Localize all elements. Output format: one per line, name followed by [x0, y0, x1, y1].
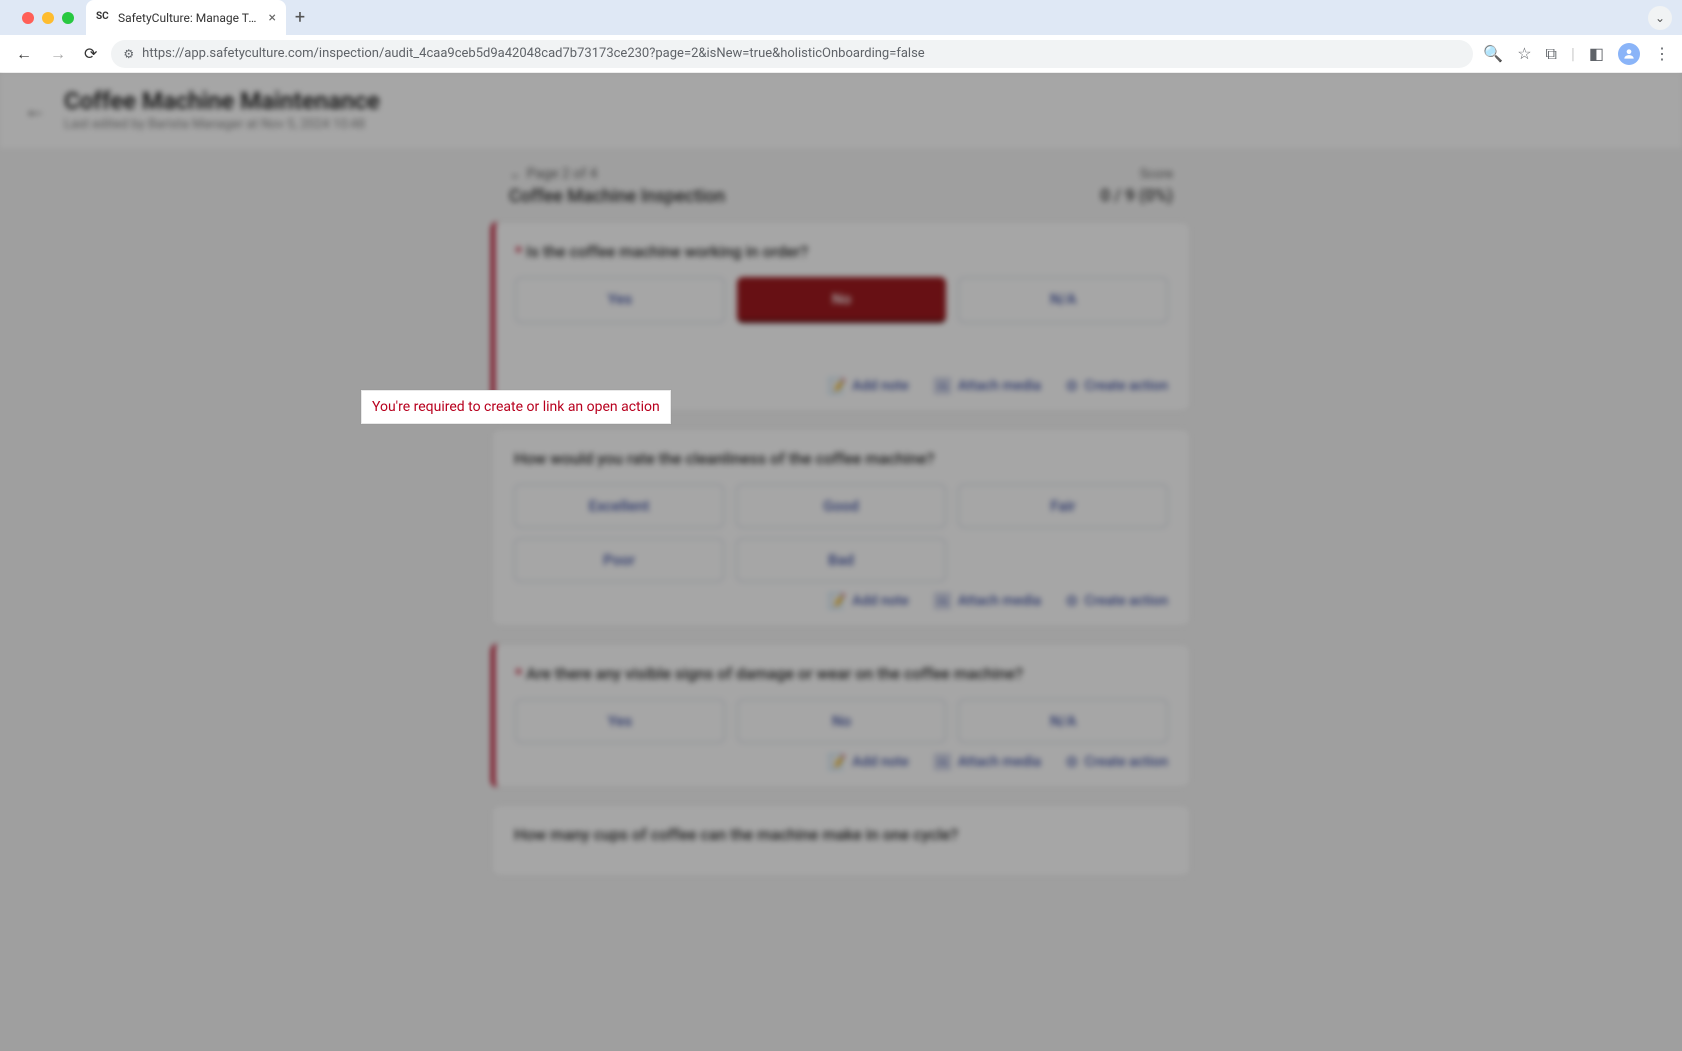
reload-button[interactable]: ⟳: [80, 40, 101, 67]
create-action-button[interactable]: ⚙ Create action: [1065, 377, 1168, 395]
minimize-window-button[interactable]: [42, 12, 54, 24]
option-fair[interactable]: Fair: [958, 484, 1168, 528]
attach-media-button[interactable]: 🖼 Attach media: [933, 592, 1041, 610]
media-icon: 🖼: [933, 592, 952, 610]
note-icon: 📝: [828, 592, 847, 610]
close-tab-icon[interactable]: ×: [269, 10, 276, 26]
option-bad[interactable]: Bad: [736, 538, 946, 582]
attach-media-button[interactable]: 🖼 Attach media: [933, 377, 1041, 395]
option-na[interactable]: N/A: [958, 699, 1168, 743]
question-card: *Are there any visible signs of damage o…: [491, 643, 1191, 788]
page-header: ← Coffee Machine Maintenance Last edited…: [0, 73, 1682, 148]
option-yes[interactable]: Yes: [515, 699, 725, 743]
profile-icon[interactable]: [1618, 43, 1640, 65]
close-window-button[interactable]: [22, 12, 34, 24]
page-content: ← Coffee Machine Maintenance Last edited…: [0, 73, 1682, 1051]
create-action-button[interactable]: ⚙ Create action: [1065, 592, 1168, 610]
score-label: Score: [1140, 167, 1173, 182]
zoom-icon[interactable]: 🔍: [1483, 44, 1503, 63]
bookmark-icon[interactable]: ☆: [1517, 44, 1531, 63]
action-icon: ⚙: [1065, 753, 1078, 771]
question-text: How many cups of coffee can the machine …: [514, 825, 1168, 844]
side-panel-icon[interactable]: ◧: [1589, 44, 1604, 63]
validation-message: You're required to create or link an ope…: [361, 390, 671, 424]
attach-media-button[interactable]: 🖼 Attach media: [933, 753, 1041, 771]
question-text: How would you rate the cleanliness of th…: [514, 449, 1168, 468]
question-text: *Are there any visible signs of damage o…: [515, 664, 1168, 683]
option-no[interactable]: No: [737, 699, 947, 743]
note-icon: 📝: [828, 377, 847, 395]
chevron-down-icon: ⌄: [509, 166, 521, 182]
new-tab-button[interactable]: +: [286, 0, 314, 35]
option-poor[interactable]: Poor: [514, 538, 724, 582]
browser-tab-bar: SC SafetyCulture: Manage Teams and... × …: [0, 0, 1682, 35]
add-note-button[interactable]: 📝 Add note: [828, 377, 909, 395]
option-no[interactable]: No: [737, 277, 947, 323]
tab-title: SafetyCulture: Manage Teams and...: [118, 11, 261, 25]
media-icon: 🖼: [933, 753, 952, 771]
note-icon: 📝: [828, 753, 847, 771]
question-card: How many cups of coffee can the machine …: [491, 804, 1191, 877]
tabs-dropdown-button[interactable]: ⌄: [1648, 6, 1672, 30]
address-bar[interactable]: ⚙ https://app.safetyculture.com/inspecti…: [111, 40, 1473, 68]
tab-favicon: SC: [96, 11, 110, 25]
url-text: https://app.safetyculture.com/inspection…: [142, 46, 1461, 61]
window-controls: [10, 0, 86, 35]
extensions-icon[interactable]: ⧉: [1546, 44, 1557, 64]
question-card: How would you rate the cleanliness of th…: [491, 428, 1191, 627]
question-card: *Is the coffee machine working in order?…: [491, 221, 1191, 412]
back-button[interactable]: ←: [12, 40, 36, 68]
site-settings-icon[interactable]: ⚙: [123, 47, 134, 61]
option-excellent[interactable]: Excellent: [514, 484, 724, 528]
option-na[interactable]: N/A: [958, 277, 1168, 323]
action-icon: ⚙: [1065, 377, 1078, 395]
option-yes[interactable]: Yes: [515, 277, 725, 323]
section-title: Coffee Machine Inspection: [509, 186, 725, 207]
browser-tab[interactable]: SC SafetyCulture: Manage Teams and... ×: [86, 0, 286, 35]
required-star-icon: *: [515, 242, 522, 261]
divider: |: [1571, 44, 1575, 63]
page-indicator[interactable]: ⌄ Page 2 of 4: [509, 166, 597, 182]
menu-icon[interactable]: ⋮: [1654, 44, 1670, 63]
create-action-button[interactable]: ⚙ Create action: [1065, 753, 1168, 771]
last-edited-text: Last edited by Barista Manager at Nov 5,…: [64, 117, 380, 132]
browser-toolbar: ← → ⟳ ⚙ https://app.safetyculture.com/in…: [0, 35, 1682, 73]
required-star-icon: *: [515, 664, 522, 683]
add-note-button[interactable]: 📝 Add note: [828, 592, 909, 610]
action-icon: ⚙: [1065, 592, 1078, 610]
page-back-button[interactable]: ←: [24, 97, 46, 123]
option-good[interactable]: Good: [736, 484, 946, 528]
section-score: 0 / 9 (0%): [1100, 186, 1173, 207]
page-title: Coffee Machine Maintenance: [64, 87, 380, 115]
media-icon: 🖼: [933, 377, 952, 395]
add-note-button[interactable]: 📝 Add note: [828, 753, 909, 771]
question-text: *Is the coffee machine working in order?: [515, 242, 1168, 261]
forward-button[interactable]: →: [46, 40, 70, 68]
maximize-window-button[interactable]: [62, 12, 74, 24]
